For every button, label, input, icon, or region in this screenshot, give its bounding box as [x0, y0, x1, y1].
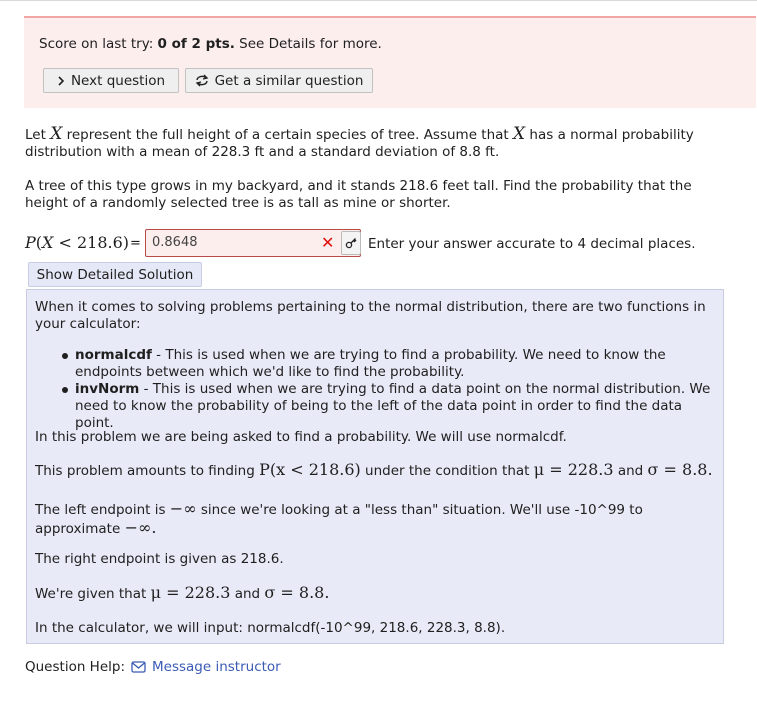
- math-rest: < 218.6): [58, 233, 130, 252]
- next-question-label: Next question: [70, 72, 166, 89]
- math-variable-x: X: [50, 124, 63, 144]
- key-icon: [345, 237, 357, 249]
- top-divider: [0, 0, 757, 1]
- math-expression: σ = 8.8.: [264, 583, 330, 602]
- math-expression: −∞: [169, 499, 197, 518]
- bullet-term: normalcdf: [75, 347, 152, 363]
- math-p: P: [25, 233, 36, 252]
- math-expression: σ = 8.8.: [647, 460, 713, 479]
- solution-text: The left endpoint is: [35, 502, 166, 518]
- question-paragraph-1: Let X represent the full height of a cer…: [25, 126, 730, 161]
- chevron-right-icon: [57, 75, 65, 86]
- solution-intro: When it comes to solving problems pertai…: [35, 299, 706, 332]
- solution-text: We're given that: [35, 586, 147, 602]
- score-suffix: See Details for more.: [239, 36, 382, 52]
- probability-label: P(X < 218.6): [25, 233, 130, 252]
- score-prefix: Score on last try:: [39, 36, 154, 52]
- equals-sign: =: [130, 236, 141, 251]
- solution-line-1: In this problem we are being asked to fi…: [35, 429, 567, 445]
- solution-line-3: The left endpoint is −∞ since we're look…: [35, 500, 715, 538]
- list-item: invNorm - This is used when we are tryin…: [62, 381, 711, 432]
- score-line: Score on last try: 0 of 2 pts. See Detai…: [39, 36, 382, 52]
- question-help: Question Help: Message instructor: [25, 659, 281, 675]
- bullet-text: - This is used when we are trying to fin…: [75, 347, 666, 380]
- solution-line-2: This problem amounts to finding P(x < 21…: [35, 461, 715, 480]
- solution-text: and: [234, 586, 261, 602]
- bullet-text: - This is used when we are trying to fin…: [75, 381, 711, 431]
- solution-panel: When it comes to solving problems pertai…: [26, 289, 724, 644]
- answer-row: P(X < 218.6) = 0.8648 ✕ Enter your answe…: [25, 229, 745, 259]
- similar-question-button[interactable]: Get a similar question: [185, 68, 373, 93]
- answer-hint: Enter your answer accurate to 4 decimal …: [368, 236, 696, 252]
- bullet-dot: [62, 353, 68, 359]
- bullet-dot: [62, 387, 68, 393]
- math-x: X: [42, 233, 54, 252]
- solution-text: under the condition that: [365, 463, 530, 479]
- solution-line-6: In the calculator, we will input: normal…: [35, 620, 506, 636]
- list-item: normalcdf - This is used when we are try…: [62, 347, 711, 381]
- math-expression: μ = 228.3: [150, 583, 231, 602]
- refresh-icon: [195, 74, 209, 87]
- solution-bullets: normalcdf - This is used when we are try…: [62, 347, 711, 432]
- solution-line-4: The right endpoint is given as 218.6.: [35, 551, 284, 567]
- question-help-label: Question Help:: [25, 659, 125, 675]
- question-paragraph-2: A tree of this type grows in my backyard…: [25, 178, 692, 211]
- math-expression: μ = 228.3: [533, 460, 614, 479]
- key-button[interactable]: [341, 231, 361, 255]
- math-expression: −∞.: [124, 518, 157, 537]
- score-panel: Score on last try: 0 of 2 pts. See Detai…: [24, 16, 756, 108]
- similar-question-label: Get a similar question: [214, 72, 364, 89]
- solution-text: and: [617, 463, 644, 479]
- score-value: 0 of 2 pts.: [157, 36, 235, 52]
- solution-text: This problem amounts to finding: [35, 463, 255, 479]
- mail-icon: [131, 661, 146, 673]
- math-expression: P(x < 218.6): [259, 460, 361, 479]
- math-variable-x: X: [513, 124, 526, 144]
- bullet-term: invNorm: [75, 381, 140, 397]
- message-instructor-link[interactable]: Message instructor: [152, 659, 281, 675]
- question-text: represent the full height of a certain s…: [66, 127, 509, 143]
- question-text: Let: [25, 127, 46, 143]
- solution-line-5: We're given that μ = 228.3 and σ = 8.8.: [35, 584, 715, 603]
- next-question-button[interactable]: Next question: [43, 68, 179, 93]
- show-detailed-solution-button[interactable]: Show Detailed Solution: [28, 262, 202, 287]
- close-icon: ✕: [321, 233, 335, 252]
